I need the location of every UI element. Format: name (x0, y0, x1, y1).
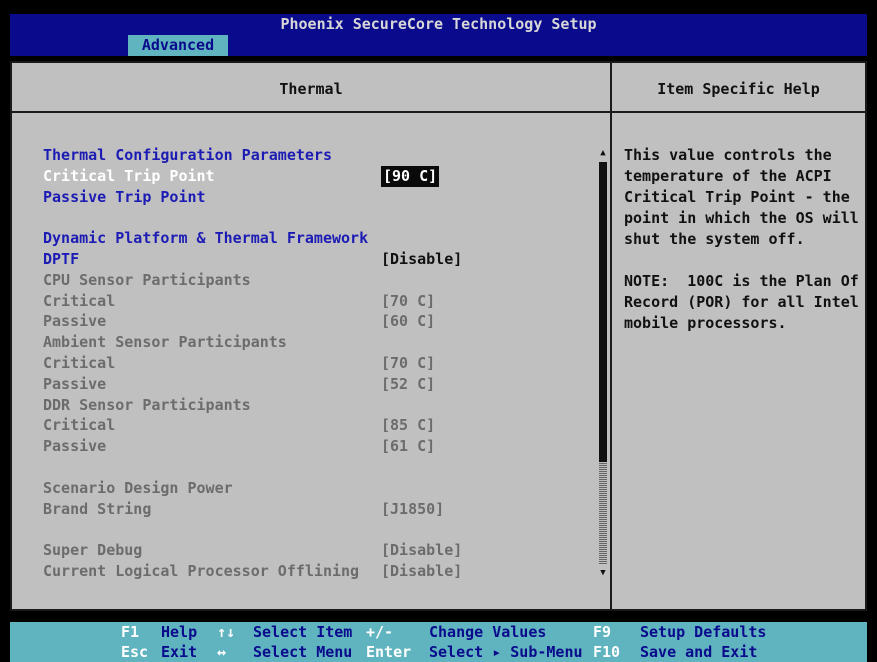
esc-key: Esc (121, 643, 149, 661)
left-right-arrows-icon: ↔ (217, 643, 227, 661)
f9-key: F9 (593, 623, 612, 641)
panel-title: Thermal (279, 80, 343, 98)
setting-value[interactable]: [70 C] (381, 291, 435, 312)
setting-value[interactable]: [70 C] (381, 353, 435, 374)
setting-value[interactable]: [61 C] (381, 436, 435, 457)
setting-row: Thermal Configuration Parameters (43, 145, 603, 166)
scroll-down-arrow-icon[interactable]: ▼ (598, 568, 608, 578)
menu-bar: Advanced (10, 35, 867, 56)
setting-row (43, 207, 603, 228)
setting-row: CPU Sensor Participants (43, 270, 603, 291)
up-down-arrows-icon: ↑↓ (217, 623, 236, 641)
setting-label: Ambient Sensor Participants (43, 333, 287, 352)
setting-value[interactable]: [Disable] (381, 540, 462, 561)
setting-row: Dynamic Platform & Thermal Framework (43, 228, 603, 249)
main-panel: Thermal Item Specific Help Thermal Confi… (10, 61, 867, 611)
panel-header: Thermal Item Specific Help (12, 63, 865, 113)
setting-row[interactable]: Critical [85 C] (43, 415, 603, 436)
setting-row[interactable]: DPTF [Disable] (43, 249, 603, 270)
setting-label: Passive (43, 312, 107, 331)
f10-key: F10 (593, 643, 621, 661)
setting-label: CPU Sensor Participants (43, 270, 251, 289)
setting-row[interactable]: Passive [61 C] (43, 436, 603, 457)
setting-value[interactable]: [Disable] (381, 561, 462, 582)
setting-value[interactable]: [90 C] (381, 165, 440, 187)
setting-row[interactable]: Current Logical Processor Offlining [Disa… (43, 561, 603, 582)
setting-row[interactable]: Passive [60 C] (43, 311, 603, 332)
scroll-thumb[interactable] (599, 162, 607, 462)
enter-key: Enter (366, 643, 412, 661)
setting-label: Dynamic Platform & Thermal Framework (43, 229, 369, 248)
setting-label: Passive (43, 437, 107, 456)
select-item-desc: Select Item (253, 623, 353, 641)
setting-label: Passive (43, 374, 107, 393)
scrollbar[interactable]: ▲ ▼ (598, 148, 608, 578)
setting-row (43, 457, 603, 478)
setting-label: Passive Trip Point (43, 187, 206, 206)
setting-row[interactable]: Brand String [J1850] (43, 499, 603, 520)
setting-label: Current Logical Processor Offlining (43, 561, 360, 580)
setting-label: DPTF (43, 249, 80, 268)
setting-label: Thermal Configuration Parameters (43, 146, 332, 164)
setting-label: Super Debug (43, 541, 143, 560)
setting-value[interactable]: [J1850] (381, 499, 444, 520)
setting-label: Critical (43, 291, 116, 310)
setting-row[interactable]: Critical Trip Point [90 C] (43, 165, 603, 187)
help-text: This value controls the temperature of t… (624, 146, 859, 332)
setup-defaults-desc: Setup Defaults (640, 623, 767, 641)
setting-row[interactable]: Super Debug [Disable] (43, 540, 603, 561)
setting-value[interactable]: [60 C] (381, 311, 435, 332)
status-bar: F1 Help ↑↓ Select Item +/- Change Values… (10, 622, 867, 662)
setting-row: Scenario Design Power (43, 478, 603, 499)
f1-key: F1 (121, 623, 140, 641)
settings-list: Thermal Configuration Parameters Critical… (43, 145, 603, 582)
setting-label: Critical (43, 353, 116, 372)
setting-label: Brand String (43, 499, 152, 518)
setting-label: Scenario Design Power (43, 478, 233, 497)
tab-advanced[interactable]: Advanced (128, 35, 228, 56)
f1-desc: Help (161, 623, 198, 641)
setting-row[interactable]: Passive [52 C] (43, 374, 603, 395)
window-title: Phoenix SecureCore Technology Setup (10, 14, 867, 35)
setting-row[interactable]: Critical [70 C] (43, 291, 603, 312)
select-submenu-desc: Select ▸ Sub-Menu (429, 643, 583, 661)
exit-desc: Exit (161, 643, 198, 661)
setting-value[interactable]: [Disable] (381, 249, 462, 270)
setting-row[interactable]: Critical [70 C] (43, 353, 603, 374)
plus-minus-key: +/- (366, 623, 394, 641)
save-exit-desc: Save and Exit (640, 643, 758, 661)
setting-row: Passive Trip Point (43, 187, 603, 208)
setting-label: Critical (43, 416, 116, 435)
setting-value[interactable]: [85 C] (381, 415, 435, 436)
panel-divider (610, 63, 612, 609)
select-menu-desc: Select Menu (253, 643, 353, 661)
setting-row: DDR Sensor Participants (43, 395, 603, 416)
setting-value[interactable]: [52 C] (381, 374, 435, 395)
help-title: Item Specific Help (657, 80, 820, 98)
scroll-up-arrow-icon[interactable]: ▲ (598, 148, 608, 158)
scroll-track[interactable] (599, 462, 607, 564)
setting-label: DDR Sensor Participants (43, 395, 251, 414)
setting-row: Ambient Sensor Participants (43, 332, 603, 353)
setting-row (43, 519, 603, 540)
change-values-desc: Change Values (429, 623, 547, 641)
setting-label: Critical Trip Point (43, 166, 215, 185)
